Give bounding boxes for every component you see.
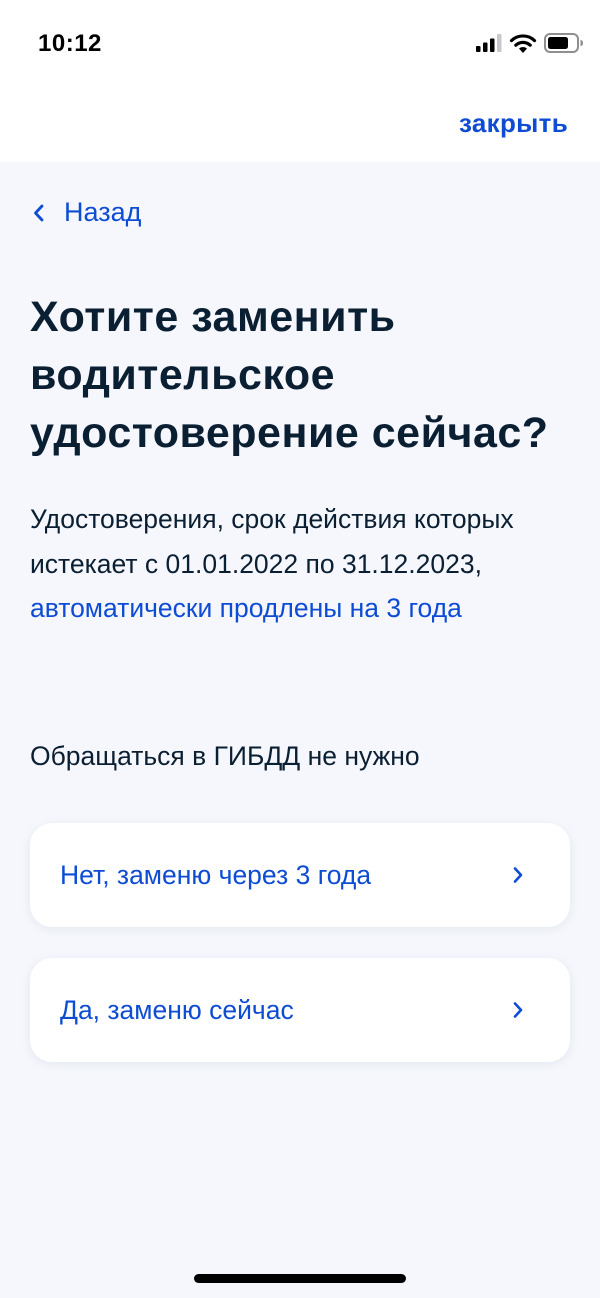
option-label: Да, заменю сейчас [60, 995, 294, 1025]
close-button[interactable]: закрыть [459, 108, 568, 139]
battery-icon [544, 33, 583, 53]
page-title: Хотите заменить водительское удостоверен… [30, 293, 549, 457]
status-time: 10:12 [38, 30, 102, 57]
top-header: закрыть [0, 88, 600, 162]
wifi-icon [509, 34, 537, 53]
note-text: Обращаться в ГИБДД не нужно [30, 741, 420, 771]
chevron-right-icon [513, 1002, 523, 1018]
option-replace-now[interactable]: Да, заменю сейчас [30, 958, 570, 1062]
description: Удостоверения, срок действия которых ист… [30, 497, 575, 631]
status-bar: 10:12 [0, 0, 600, 88]
option-label: Нет, заменю через 3 года [60, 860, 372, 890]
description-link[interactable]: автоматически продлены на 3 года [30, 593, 462, 623]
option-replace-later[interactable]: Нет, заменю через 3 года [30, 823, 570, 927]
chevron-right-icon [513, 867, 523, 883]
back-label: Назад [64, 197, 142, 227]
back-button[interactable]: Назад [32, 197, 141, 228]
chevron-left-icon [34, 204, 44, 221]
signal-icon [476, 34, 502, 52]
description-text: Удостоверения, срок действия которых ист… [30, 504, 514, 579]
home-indicator[interactable] [194, 1274, 406, 1283]
